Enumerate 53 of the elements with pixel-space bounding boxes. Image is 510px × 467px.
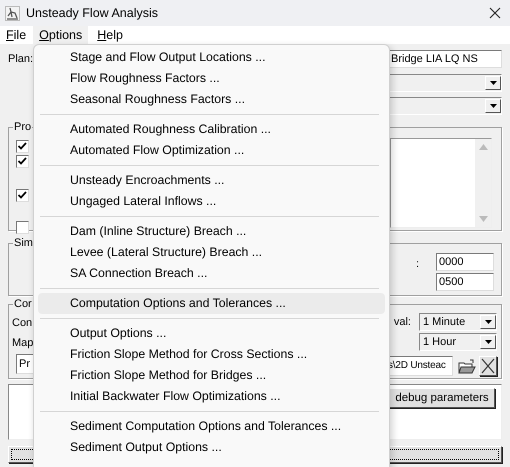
menu-item[interactable]: Levee (Lateral Structure) Breach ... — [38, 242, 385, 263]
dropdown[interactable] — [388, 97, 502, 115]
debug-parameters-button[interactable]: debug parameters — [389, 388, 495, 408]
field-label: : — [416, 258, 419, 272]
menu-item[interactable]: Stage and Flow Output Locations ... — [38, 47, 385, 68]
menu-item[interactable]: File — [0, 26, 32, 44]
close-icon[interactable] — [489, 7, 501, 19]
checkbox[interactable] — [16, 140, 29, 153]
menu-item[interactable]: Flow Roughness Factors ... — [38, 68, 385, 89]
menu-item[interactable]: Friction Slope Method for Bridges ... — [38, 365, 385, 386]
field-label: Map — [12, 337, 34, 349]
caret-icon — [484, 320, 492, 324]
path-field[interactable]: Pr — [16, 354, 34, 374]
dropdown-button[interactable] — [485, 99, 501, 113]
time-field[interactable]: 0000 — [436, 253, 494, 271]
close-icon — [481, 358, 495, 374]
menu-item[interactable]: Help — [91, 26, 129, 44]
menu-item[interactable]: Automated Roughness Calibration ... — [38, 119, 385, 140]
app-icon — [5, 6, 20, 20]
time-field[interactable]: 0500 — [436, 273, 494, 291]
plan-field[interactable]: Bridge LIA LQ NS — [388, 50, 502, 68]
interval-label: val: — [394, 316, 411, 328]
clear-button[interactable] — [479, 356, 497, 376]
field-label: Con — [12, 317, 34, 329]
menu-item[interactable]: Unsteady Encroachments ... — [38, 170, 385, 191]
menu-item[interactable]: Initial Backwater Flow Optimizations ... — [38, 386, 385, 407]
menu-item[interactable]: SA Connection Breach ... — [38, 263, 385, 284]
menu-item[interactable]: Output Options ... — [38, 323, 385, 344]
caret-icon — [484, 340, 492, 344]
caret-icon — [490, 81, 496, 85]
dropdown-button[interactable] — [480, 335, 496, 349]
folder-icon — [458, 358, 476, 374]
caret-icon — [490, 104, 496, 108]
menu-item[interactable]: Automated Flow Optimization ... — [38, 140, 385, 161]
menu-item[interactable]: Ungaged Lateral Inflows ... — [38, 191, 385, 212]
menu-item[interactable]: Computation Options and Tolerances ... — [38, 293, 385, 314]
list-box[interactable] — [390, 138, 492, 228]
dropdown[interactable] — [388, 74, 502, 92]
checkbox[interactable] — [16, 155, 29, 168]
checkbox[interactable] — [16, 189, 29, 202]
dropdown[interactable]: 1 Hour — [419, 333, 497, 351]
menu-item[interactable]: Seasonal Roughness Factors ... — [38, 89, 385, 110]
menu-item[interactable]: Dam (Inline Structure) Breach ... — [38, 221, 385, 242]
dropdown[interactable]: 1 Minute — [419, 313, 497, 331]
menu-item[interactable]: Sediment Output Options ... — [38, 437, 385, 458]
menu-item[interactable]: Sediment Computation Options and Tolerances ... — [38, 416, 385, 437]
menu-item[interactable]: Options — [33, 26, 88, 44]
window-title: Unsteady Flow Analysis — [26, 6, 160, 20]
menu-item[interactable]: Friction Slope Method for Cross Sections ... — [38, 344, 385, 365]
dropdown-button[interactable] — [480, 315, 496, 329]
checkbox[interactable] — [16, 221, 29, 234]
dropdown-button[interactable] — [485, 76, 501, 90]
plan-label: Plan: — [8, 53, 34, 65]
